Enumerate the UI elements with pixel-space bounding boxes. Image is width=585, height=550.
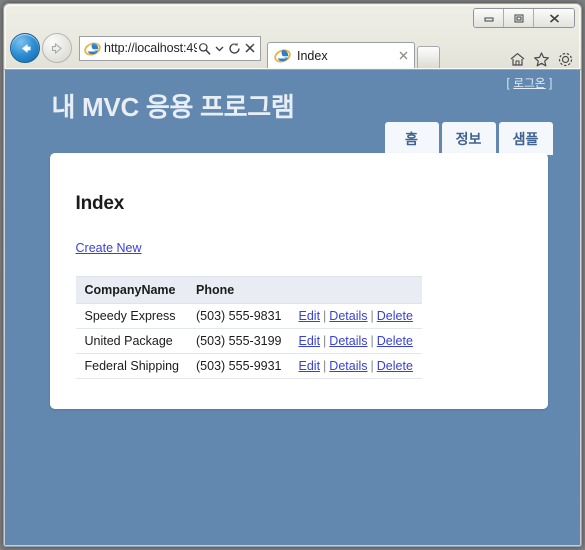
details-link[interactable]: Details <box>329 309 367 323</box>
chevron-down-icon[interactable] <box>212 39 227 57</box>
logon-display: [ 로그온 ] <box>507 75 553 91</box>
back-button[interactable] <box>10 33 40 63</box>
nav-item-sample[interactable]: 샘플 <box>498 122 553 155</box>
refresh-icon[interactable] <box>227 39 242 57</box>
browser-toolbar-icons <box>509 51 574 68</box>
tab-title: Index <box>297 48 328 63</box>
site-title: 내 MVC 응용 프로그램 <box>51 92 295 122</box>
shippers-table: CompanyName Phone Speedy Express (503) 5… <box>75 276 422 379</box>
back-arrow-icon <box>21 43 30 53</box>
cell-phone: (503) 555-9931 <box>188 353 291 379</box>
search-icon[interactable] <box>197 39 212 57</box>
cell-actions: Edit | Details | Delete <box>290 303 422 329</box>
nav-item-about[interactable]: 정보 <box>441 122 496 155</box>
logon-bracket-close: ] <box>549 78 553 90</box>
details-link[interactable]: Details <box>329 359 367 373</box>
tab-close-button[interactable] <box>396 49 410 63</box>
content-panel: Index Create New CompanyName Phone Speed… <box>49 153 548 409</box>
close-icon <box>399 51 407 60</box>
minimize-icon <box>484 17 493 22</box>
page-container: [ 로그온 ] 내 MVC 응용 프로그램 홈 정보 샘플 Index Crea… <box>33 70 553 409</box>
table-header-row: CompanyName Phone <box>75 276 422 304</box>
address-bar[interactable]: http://localhost:499 <box>79 35 261 61</box>
create-new-link[interactable]: Create New <box>76 241 142 255</box>
window-caption-buttons <box>473 8 575 28</box>
restore-icon <box>514 14 523 22</box>
cell-actions: Edit | Details | Delete <box>290 353 422 379</box>
favorites-star-icon <box>534 52 549 67</box>
tools-gear-icon <box>558 52 573 67</box>
forward-arrow-icon <box>51 42 62 54</box>
edit-link[interactable]: Edit <box>299 334 321 348</box>
column-header-phone: Phone <box>188 276 291 304</box>
new-tab-button[interactable] <box>417 46 440 68</box>
column-header-companyname: CompanyName <box>75 276 189 304</box>
action-separator: | <box>323 359 327 373</box>
cell-companyname: Speedy Express <box>75 303 189 329</box>
action-separator: | <box>323 309 327 323</box>
close-icon <box>549 13 559 23</box>
favorites-button[interactable] <box>533 51 550 68</box>
home-button[interactable] <box>509 51 526 68</box>
main-navigation: 홈 정보 샘플 <box>384 122 553 155</box>
table-row: United Package (503) 555-3199 Edit | Detai… <box>75 328 422 354</box>
edit-link[interactable]: Edit <box>299 309 321 323</box>
delete-link[interactable]: Delete <box>377 309 413 323</box>
forward-button[interactable] <box>42 33 72 63</box>
page-title: Index <box>75 193 125 214</box>
ie-logo-icon <box>84 41 101 55</box>
tab-strip: Index <box>267 28 581 68</box>
cell-phone: (503) 555-9831 <box>188 303 291 329</box>
action-separator: | <box>370 334 374 348</box>
page-viewport: [ 로그온 ] 내 MVC 응용 프로그램 홈 정보 샘플 Index Crea… <box>5 70 580 545</box>
browser-navigation-row: http://localhost:499 Index <box>4 28 581 68</box>
tab-index[interactable]: Index <box>267 42 415 68</box>
table-row: Federal Shipping (503) 555-9931 Edit | Det… <box>75 353 422 379</box>
browser-chrome: http://localhost:499 Index <box>4 4 581 70</box>
close-button[interactable] <box>534 9 574 27</box>
action-separator: | <box>370 359 374 373</box>
table-row: Speedy Express (503) 555-9831 Edit | Detai… <box>75 303 422 329</box>
cell-phone: (503) 555-3199 <box>188 328 291 354</box>
logon-bracket-open: [ <box>506 78 510 90</box>
url-text: http://localhost:499 <box>104 41 197 55</box>
table-body: Speedy Express (503) 555-9831 Edit | Detai… <box>75 303 422 379</box>
site-header: [ 로그온 ] 내 MVC 응용 프로그램 홈 정보 샘플 <box>33 73 553 155</box>
column-header-actions <box>290 276 422 304</box>
cell-companyname: United Package <box>75 328 189 354</box>
cell-actions: Edit | Details | Delete <box>290 328 422 354</box>
stop-icon[interactable] <box>242 39 257 57</box>
tab-favicon-ie-logo-icon <box>274 49 291 63</box>
home-icon <box>510 52 525 66</box>
restore-button[interactable] <box>504 9 534 27</box>
minimize-button[interactable] <box>474 9 504 27</box>
table-header: CompanyName Phone <box>75 276 422 304</box>
content-body: Index Create New CompanyName Phone Speed… <box>50 193 548 409</box>
action-separator: | <box>370 309 374 323</box>
edit-link[interactable]: Edit <box>299 359 321 373</box>
action-separator: | <box>323 334 327 348</box>
delete-link[interactable]: Delete <box>377 359 413 373</box>
details-link[interactable]: Details <box>329 334 367 348</box>
delete-link[interactable]: Delete <box>377 334 413 348</box>
logon-link[interactable]: 로그온 <box>513 78 545 90</box>
web-page: [ 로그온 ] 내 MVC 응용 프로그램 홈 정보 샘플 Index Crea… <box>5 70 580 545</box>
cell-companyname: Federal Shipping <box>75 353 189 379</box>
browser-window: http://localhost:499 Index [로그온] 내 MVC… <box>3 3 582 547</box>
tools-button[interactable] <box>557 51 574 68</box>
nav-item-home[interactable]: 홈 <box>384 122 439 155</box>
